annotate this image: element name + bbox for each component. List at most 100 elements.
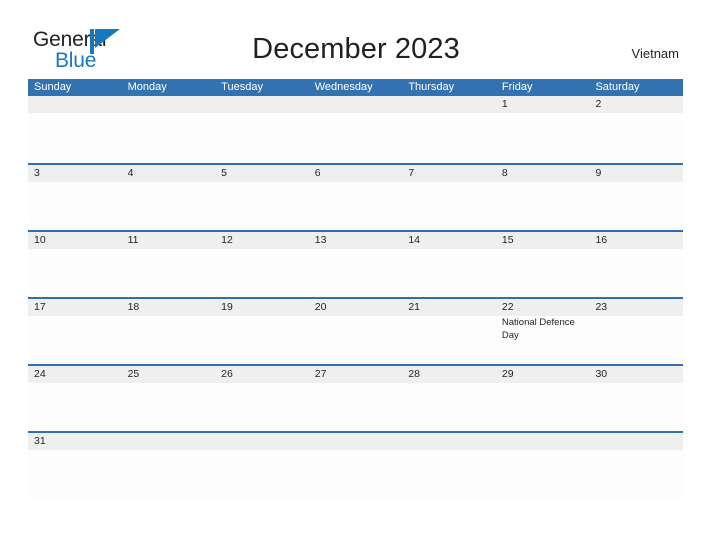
day-number: 12 — [221, 234, 233, 246]
day-number: 9 — [595, 167, 602, 179]
day-cell-empty — [121, 96, 216, 161]
day-events: National Defence Day — [496, 316, 590, 342]
page-title: December 2023 — [252, 33, 460, 65]
calendar-week-row: 3 4 5 6 7 8 9 — [28, 163, 684, 230]
day-cell-empty — [308, 433, 403, 498]
calendar-week-row: 17 18 19 20 21 22 National Defence Day 23 — [28, 297, 684, 364]
day-number: 18 — [127, 301, 140, 313]
day-number: 16 — [595, 234, 608, 246]
day-cell-empty — [308, 96, 403, 161]
day-cell[interactable]: 6 — [308, 165, 403, 230]
day-cell[interactable]: 28 — [402, 366, 496, 431]
day-number: 26 — [221, 368, 233, 380]
day-cell-empty — [495, 433, 590, 498]
week-cells: 12 — [28, 96, 684, 161]
day-cell[interactable]: 2 — [589, 96, 684, 161]
day-cell[interactable]: 13 — [308, 232, 403, 297]
day-number: 25 — [127, 368, 140, 380]
weekday-header-thursday: Thursday — [408, 81, 455, 93]
day-cell[interactable]: 21 — [402, 299, 496, 364]
week-cells: 17 18 19 20 21 22 National Defence Day 23 — [28, 299, 684, 364]
weekday-header-wednesday: Wednesday — [314, 81, 373, 93]
weekday-header-sunday: Sunday — [34, 81, 72, 93]
day-cell[interactable]: 31 — [28, 433, 122, 498]
weekday-header-saturday: Saturday — [595, 81, 640, 93]
day-cell[interactable]: 26 — [215, 366, 309, 431]
day-cell[interactable]: 25 — [121, 366, 216, 431]
day-cell[interactable]: 3 — [28, 165, 122, 230]
day-cell-empty — [215, 96, 309, 161]
week-cells: 31 — [28, 433, 684, 498]
day-cell[interactable]: 29 — [495, 366, 590, 431]
day-number: 28 — [408, 368, 420, 380]
weekday-header-monday: Monday — [127, 81, 167, 93]
day-number: 6 — [314, 167, 321, 179]
day-number: 22 — [501, 301, 514, 313]
calendar-weeks: 1 2 3 4 5 6 7 8 9 10 11 12 13 14 15 16 17 18 19 20 21 22 Natio… — [28, 96, 684, 498]
day-number: 13 — [314, 234, 327, 246]
day-number: 24 — [34, 368, 46, 380]
country-label: Vietnam — [631, 46, 679, 61]
day-cell[interactable]: 7 — [402, 165, 496, 230]
day-number: 19 — [221, 301, 233, 313]
day-cell[interactable]: 15 — [495, 232, 590, 297]
day-cell-empty — [402, 433, 496, 498]
week-cells: 24 25 26 27 28 29 30 — [28, 366, 684, 431]
day-number: 30 — [595, 368, 608, 380]
day-number: 11 — [127, 234, 139, 246]
day-cell[interactable]: 19 — [215, 299, 309, 364]
day-number: 20 — [314, 301, 327, 313]
day-cell[interactable]: 20 — [308, 299, 403, 364]
calendar-week-row: 12 — [28, 96, 684, 163]
day-number: 10 — [34, 234, 46, 246]
page-header: General Blue December 2023 Vietnam — [0, 0, 712, 79]
holiday-event-label: National Defence Day — [501, 317, 575, 341]
weekday-header-tuesday: Tuesday — [221, 81, 263, 93]
day-number: 17 — [34, 301, 46, 313]
day-number: 1 — [501, 98, 508, 110]
day-number: 27 — [314, 368, 327, 380]
day-cell-empty — [589, 433, 684, 498]
day-cell[interactable]: 30 — [589, 366, 684, 431]
day-cell[interactable]: 14 — [402, 232, 496, 297]
day-cell[interactable]: 12 — [215, 232, 309, 297]
calendar-week-row: 10 11 12 13 14 15 16 — [28, 230, 684, 297]
calendar-week-row: 31 — [28, 431, 684, 498]
calendar-week-row: 24 25 26 27 28 29 30 — [28, 364, 684, 431]
day-cell[interactable]: 11 — [121, 232, 216, 297]
calendar-grid: Sunday Monday Tuesday Wednesday Thursday… — [28, 79, 684, 498]
day-cell[interactable]: 18 — [121, 299, 216, 364]
day-cell[interactable]: 4 — [121, 165, 216, 230]
day-number: 8 — [501, 167, 508, 179]
day-number: 14 — [408, 234, 420, 246]
day-number: 15 — [501, 234, 514, 246]
general-blue-logo[interactable]: General Blue — [33, 28, 153, 74]
weekday-header-friday: Friday — [501, 81, 533, 93]
day-cell[interactable]: 8 — [495, 165, 590, 230]
weekday-header-row: Sunday Monday Tuesday Wednesday Thursday… — [28, 79, 683, 96]
day-number: 21 — [408, 301, 420, 313]
day-number: 31 — [34, 435, 46, 447]
week-cells: 3 4 5 6 7 8 9 — [28, 165, 684, 230]
day-cell-empty — [121, 433, 216, 498]
day-number: 3 — [34, 167, 40, 179]
day-cell[interactable]: 5 — [215, 165, 309, 230]
day-number: 5 — [221, 167, 227, 179]
day-number: 7 — [408, 167, 415, 179]
day-cell[interactable]: 16 — [589, 232, 684, 297]
day-cell[interactable]: 23 — [589, 299, 684, 364]
logo-text-blue: Blue — [55, 49, 97, 72]
day-cell[interactable]: 27 — [308, 366, 403, 431]
day-cell-empty — [28, 96, 122, 161]
day-cell[interactable]: 9 — [589, 165, 684, 230]
day-number: 23 — [595, 301, 608, 313]
day-cell-empty — [402, 96, 496, 161]
day-number: 4 — [127, 167, 134, 179]
day-cell[interactable]: 1 — [495, 96, 590, 161]
week-cells: 10 11 12 13 14 15 16 — [28, 232, 684, 297]
day-cell[interactable]: 24 — [28, 366, 122, 431]
day-cell[interactable]: 22 National Defence Day — [495, 299, 590, 364]
day-number: 29 — [501, 368, 514, 380]
day-cell[interactable]: 10 — [28, 232, 122, 297]
day-cell[interactable]: 17 — [28, 299, 122, 364]
